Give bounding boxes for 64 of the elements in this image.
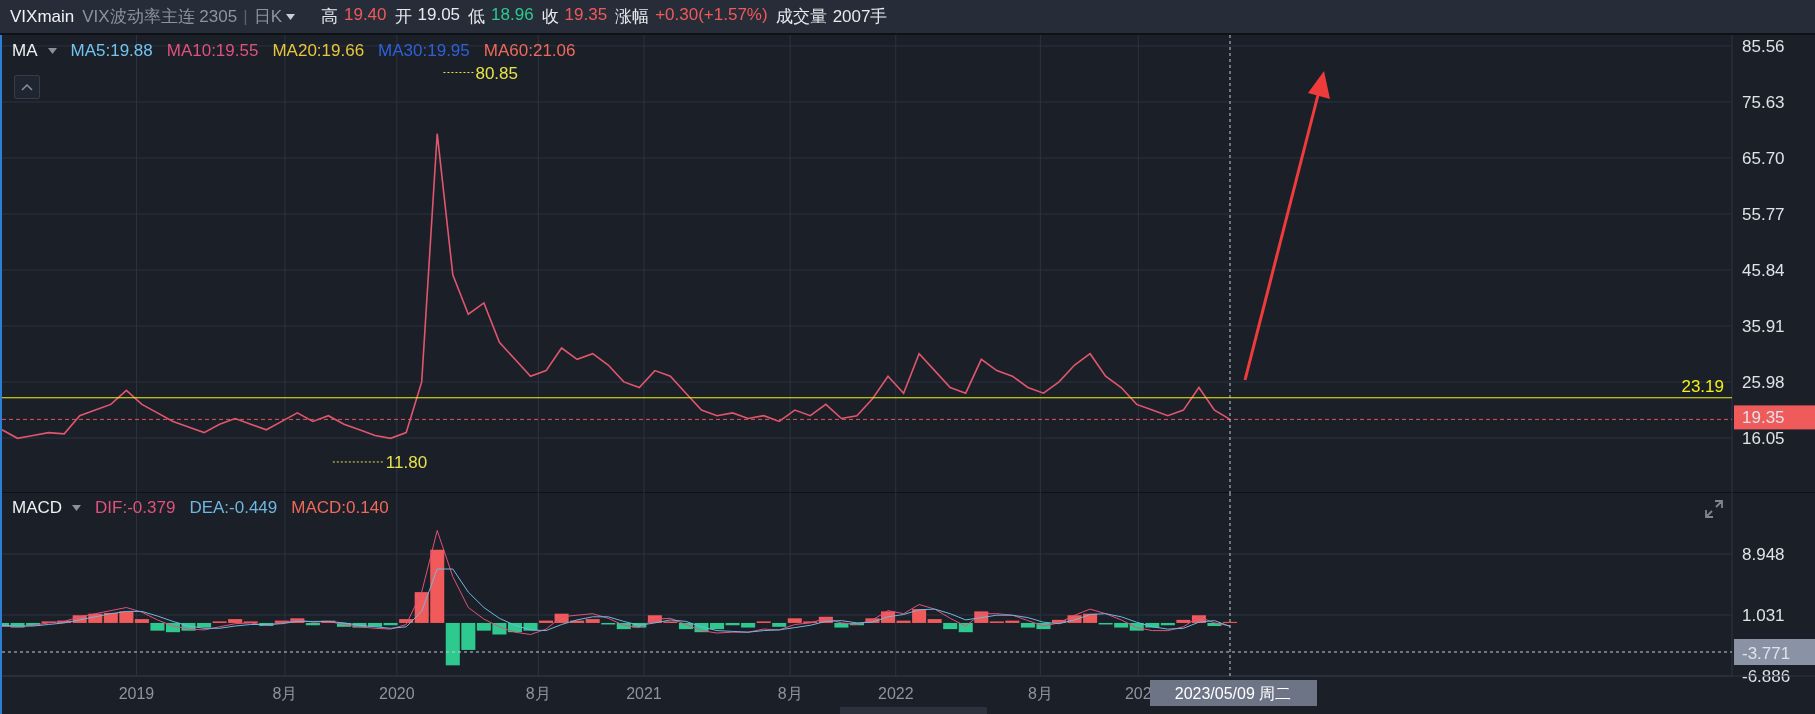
quote-label: 成交量	[775, 6, 827, 28]
legend-value: DIF:-0.379	[95, 498, 176, 518]
axis-label: 65.70	[1742, 148, 1785, 168]
indicator-label: MA	[12, 41, 38, 61]
macd-bar	[694, 622, 709, 633]
axis-label: 8月	[272, 685, 298, 702]
separator: |	[243, 6, 248, 27]
quote-value: 19.35	[564, 5, 608, 26]
line-price-label: 23.19	[1681, 376, 1724, 396]
instrument-name: VIX波动率主连 2305	[82, 6, 238, 28]
quote-label: 开	[394, 6, 412, 28]
quote-label: 高	[320, 6, 338, 28]
expand-icon[interactable]	[1705, 500, 1723, 518]
axis-label: 8.948	[1742, 545, 1785, 564]
collapse-button[interactable]	[14, 75, 40, 99]
axis-label: 8月	[525, 685, 551, 702]
legend-value: MA10:19.55	[166, 41, 259, 61]
macd-bar	[507, 622, 522, 633]
axis-label: 2019	[118, 685, 155, 702]
macd-bar	[165, 622, 180, 633]
macd-bar	[103, 612, 118, 623]
quote-value: 18.96	[491, 5, 534, 26]
axis-label: 55.77	[1742, 204, 1785, 224]
axis-label: 45.84	[1742, 261, 1785, 280]
max-price-label: 80.85	[475, 63, 518, 83]
crosshair-date-tag: 2023/05/09 周二	[1150, 680, 1317, 706]
quote-value: 19.40	[343, 5, 387, 26]
crosshair-value-tag: -3.771	[1734, 639, 1815, 665]
indicator-label: MACD	[12, 498, 63, 518]
quote-value: 19.05	[417, 5, 461, 26]
caret-icon[interactable]	[72, 505, 82, 511]
axis-label: -6.886	[1742, 667, 1791, 686]
quote-value: 2007手	[832, 6, 888, 28]
axis-label: 25.98	[1742, 373, 1785, 392]
axis-label: 1.031	[1742, 606, 1785, 625]
axis-label: 2022	[878, 685, 914, 702]
axis-label: 202	[1124, 685, 1152, 702]
quote-label: 涨幅	[615, 6, 650, 28]
caret-icon[interactable]	[285, 13, 295, 20]
axis-label: 8月	[777, 685, 803, 702]
caret-icon[interactable]	[47, 48, 57, 54]
legend-value: DEA:-0.449	[189, 498, 278, 518]
legend-value: MACD:0.140	[291, 498, 389, 518]
macd-bar	[88, 613, 103, 623]
quote-label: 收	[541, 6, 559, 28]
chevron-up-icon[interactable]	[21, 83, 33, 91]
legend-value: MA60:21.06	[483, 41, 576, 61]
axis-label: 35.91	[1742, 317, 1785, 336]
macd-bar	[958, 622, 973, 633]
period-dropdown[interactable]: 日K	[253, 5, 295, 28]
axis-label: 85.56	[1742, 36, 1785, 56]
axis-label: 75.63	[1742, 92, 1785, 112]
last-price-tag: 19.35	[1734, 405, 1815, 430]
quote-value: +0.30(+1.57%)	[655, 5, 768, 26]
axis-label: 8月	[1027, 685, 1053, 702]
legend-value: MA5:19.88	[70, 41, 153, 61]
legend-value: MA30:19.95	[378, 41, 470, 61]
quote-label: 低	[468, 6, 486, 28]
axis-label: 2020	[379, 685, 415, 702]
symbol-label: VIXmain	[10, 6, 75, 27]
axis-label: 2021	[626, 685, 662, 702]
legend-value: MA20:19.66	[272, 41, 365, 61]
min-price-label: 11.80	[385, 453, 428, 472]
axis-label: 16.05	[1742, 429, 1785, 448]
